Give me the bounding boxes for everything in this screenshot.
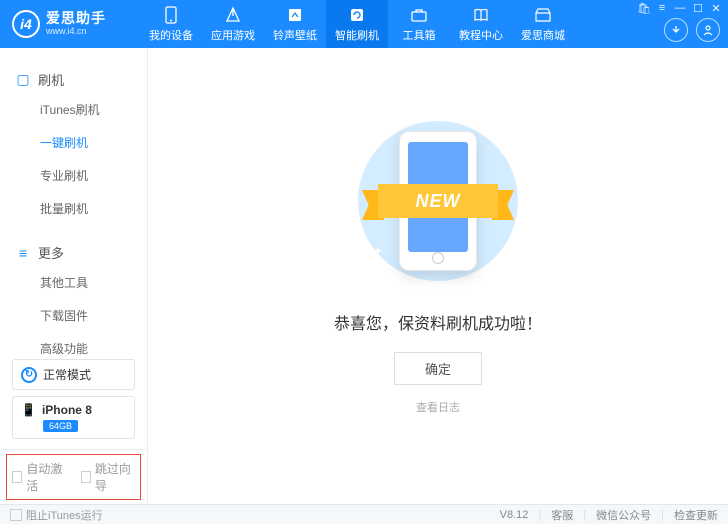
skip-guide-checkbox[interactable]: 跳过向导 xyxy=(81,460,136,494)
checkbox-icon xyxy=(10,509,22,521)
checkbox-label: 跳过向导 xyxy=(95,460,135,494)
refresh-icon: ↻ xyxy=(21,367,37,383)
nav-flash[interactable]: 智能刷机 xyxy=(326,0,388,48)
maximize-icon[interactable]: ☐ xyxy=(692,2,704,14)
app-logo: i4 爱思助手 www.i4.cn xyxy=(0,10,140,38)
nav-label: 爱思商城 xyxy=(521,27,565,43)
sidebar-item-oneclick-flash[interactable]: 一键刷机 xyxy=(0,126,147,159)
success-message: 恭喜您，保资料刷机成功啦！ xyxy=(334,310,542,334)
nav-tutorial[interactable]: 教程中心 xyxy=(450,0,512,48)
wechat-link[interactable]: 微信公众号 xyxy=(596,507,651,523)
store-icon xyxy=(534,6,552,24)
user-button[interactable] xyxy=(696,18,720,42)
download-button[interactable] xyxy=(664,18,688,42)
view-log-link[interactable]: 查看日志 xyxy=(416,399,460,415)
sidebar-item-pro-flash[interactable]: 专业刷机 xyxy=(0,159,147,192)
sidebar-group-label: 更多 xyxy=(38,243,64,262)
sidebar-item-batch-flash[interactable]: 批量刷机 xyxy=(0,192,147,225)
storage-badge: 64GB xyxy=(43,420,78,432)
sidebar-item-advanced[interactable]: 高级功能 xyxy=(0,332,147,359)
sidebar-item-download-fw[interactable]: 下载固件 xyxy=(0,299,147,332)
success-illustration: ✦ ✦ ✦ NEW xyxy=(333,116,543,286)
checkbox-icon xyxy=(81,471,91,483)
customer-service-link[interactable]: 客服 xyxy=(551,507,573,523)
nav-label: 我的设备 xyxy=(149,27,193,43)
nav-toolbox[interactable]: 工具箱 xyxy=(388,0,450,48)
device-phone-icon: 📱 xyxy=(21,403,36,417)
phone-outline-icon: ▢ xyxy=(16,71,30,88)
nav-my-device[interactable]: 我的设备 xyxy=(140,0,202,48)
ok-button[interactable]: 确定 xyxy=(394,352,482,385)
sidebar-item-itunes-flash[interactable]: iTunes刷机 xyxy=(0,93,147,126)
apps-icon xyxy=(224,6,242,24)
auto-activate-checkbox[interactable]: 自动激活 xyxy=(12,460,67,494)
more-icon: ≡ xyxy=(16,245,30,261)
app-url: www.i4.cn xyxy=(46,27,106,37)
device-indicator[interactable]: 📱 iPhone 8 64GB xyxy=(12,396,135,439)
nav-label: 智能刷机 xyxy=(335,27,379,43)
nav-label: 教程中心 xyxy=(459,27,503,43)
device-name: iPhone 8 xyxy=(42,403,92,417)
nav-label: 应用游戏 xyxy=(211,27,255,43)
phone-icon xyxy=(162,6,180,24)
nav-label: 铃声壁纸 xyxy=(273,27,317,43)
check-update-link[interactable]: 检查更新 xyxy=(674,507,718,523)
status-bar: 阻止iTunes运行 V8.12 | 客服 | 微信公众号 | 检查更新 xyxy=(0,504,728,524)
new-ribbon: NEW xyxy=(348,179,528,223)
logo-icon: i4 xyxy=(12,10,40,38)
checkbox-label: 自动激活 xyxy=(26,460,66,494)
version-label: V8.12 xyxy=(500,509,529,521)
ribbon-label: NEW xyxy=(378,184,498,218)
toolbox-icon xyxy=(410,6,428,24)
mode-indicator[interactable]: ↻ 正常模式 xyxy=(12,359,135,390)
nav-label: 工具箱 xyxy=(403,27,436,43)
block-itunes-checkbox[interactable]: 阻止iTunes运行 xyxy=(10,507,103,523)
menu-icon[interactable]: ≡ xyxy=(656,2,668,14)
sidebar-group-flash[interactable]: ▢ 刷机 xyxy=(0,66,147,93)
close-icon[interactable]: ✕ xyxy=(710,2,722,14)
nav-bar: 我的设备 应用游戏 铃声壁纸 智能刷机 工具箱 教程中心 爱思商城 xyxy=(140,0,660,48)
app-title: 爱思助手 xyxy=(46,11,106,26)
sidebar: ▢ 刷机 iTunes刷机 一键刷机 专业刷机 批量刷机 ≡ 更多 其他工具 下… xyxy=(0,48,148,504)
sidebar-item-other-tools[interactable]: 其他工具 xyxy=(0,266,147,299)
cart-icon[interactable]: 🛍 xyxy=(638,2,650,14)
nav-apps[interactable]: 应用游戏 xyxy=(202,0,264,48)
bottom-options: 自动激活 跳过向导 xyxy=(0,449,147,504)
titlebar: 🛍 ≡ ― ☐ ✕ i4 爱思助手 www.i4.cn 我的设备 应用游戏 铃声… xyxy=(0,0,728,48)
checkbox-icon xyxy=(12,471,22,483)
sidebar-group-label: 刷机 xyxy=(38,70,64,89)
mode-label: 正常模式 xyxy=(43,366,91,383)
wallpaper-icon xyxy=(286,6,304,24)
flash-icon xyxy=(348,6,366,24)
checkbox-label: 阻止iTunes运行 xyxy=(26,507,103,523)
nav-store[interactable]: 爱思商城 xyxy=(512,0,574,48)
sidebar-group-more[interactable]: ≡ 更多 xyxy=(0,239,147,266)
book-icon xyxy=(472,6,490,24)
nav-ringtones[interactable]: 铃声壁纸 xyxy=(264,0,326,48)
main-content: ✦ ✦ ✦ NEW 恭喜您，保资料刷机成功啦！ 确定 查看日志 xyxy=(148,48,728,504)
minimize-icon[interactable]: ― xyxy=(674,2,686,14)
